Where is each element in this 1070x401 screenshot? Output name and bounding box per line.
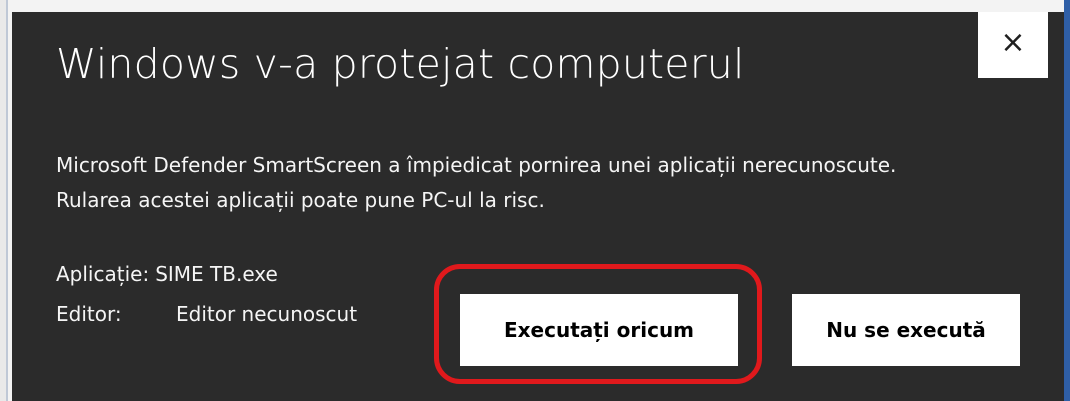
- publisher-label: Editor:: [56, 302, 122, 326]
- screenshot-frame: Windows v-a protejat computerul × Micros…: [0, 0, 1070, 401]
- app-value: SIME TB.exe: [155, 262, 278, 286]
- app-label: Aplicație:: [56, 262, 150, 286]
- run-anyway-button[interactable]: Executați oricum: [460, 294, 738, 366]
- close-button[interactable]: ×: [978, 12, 1048, 78]
- app-row: Aplicație: SIME TB.exe: [56, 254, 357, 294]
- dialog-title: Windows v-a protejat computerul: [56, 40, 745, 88]
- window-left-edge: [0, 0, 8, 401]
- window-top-strip: [8, 0, 1064, 12]
- window-right-edge: [1064, 0, 1070, 401]
- smartscreen-dialog: Windows v-a protejat computerul × Micros…: [12, 12, 1064, 401]
- dont-run-button[interactable]: Nu se execută: [792, 294, 1020, 366]
- publisher-row: Editor: Editor necunoscut: [56, 294, 357, 334]
- warning-message: Microsoft Defender SmartScreen a împiedi…: [56, 153, 897, 212]
- publisher-value: Editor necunoscut: [176, 302, 358, 326]
- close-icon: ×: [1000, 25, 1026, 60]
- app-details: Aplicație: SIME TB.exe Editor: Editor necu…: [56, 254, 357, 334]
